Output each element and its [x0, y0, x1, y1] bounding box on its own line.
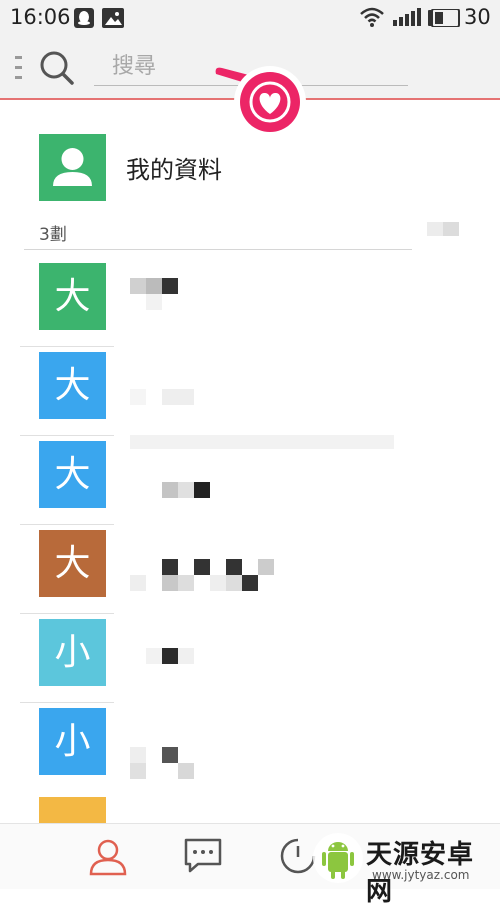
redacted-name [130, 545, 410, 591]
battery-icon [428, 8, 460, 31]
battery-level: 30 [464, 5, 491, 29]
redacted-name [130, 367, 410, 449]
redacted-name [130, 278, 410, 318]
menu-handle-icon[interactable] [15, 56, 23, 84]
search-icon[interactable] [39, 50, 75, 90]
qq-icon [74, 8, 94, 32]
my-profile-avatar [39, 134, 106, 201]
favorites-heart-badge[interactable] [208, 64, 312, 138]
site-watermark: 天源安卓网 www.jytyaz.com [312, 832, 498, 907]
contact-avatar: 小 [39, 708, 106, 775]
contact-row[interactable]: 大 [0, 436, 500, 525]
contact-avatar: 小 [39, 619, 106, 686]
contacts-tab-icon[interactable] [88, 838, 128, 880]
recent-calls-tab-icon[interactable] [280, 838, 316, 878]
contact-row[interactable] [0, 792, 500, 823]
contact-row[interactable]: 大 [0, 347, 500, 449]
contact-list[interactable]: 大 大 大 大 小 小 [0, 258, 500, 823]
redacted-name [130, 634, 410, 674]
contact-avatar: 大 [39, 441, 106, 508]
section-label: 3劃 [39, 225, 67, 245]
contact-row[interactable]: 大 [0, 525, 500, 614]
contact-avatar: 大 [39, 352, 106, 419]
signal-icon [393, 8, 421, 30]
watermark-url: www.jytyaz.com [372, 868, 470, 882]
image-icon [102, 8, 124, 32]
status-bar: 16:06 30 [0, 0, 500, 36]
wifi-icon [360, 7, 384, 31]
status-time: 16:06 [10, 5, 71, 29]
messages-tab-icon[interactable] [184, 838, 222, 878]
section-header: 3劃 [24, 218, 412, 250]
contact-row[interactable]: 小 [0, 703, 500, 792]
my-profile-row[interactable]: 我的資料 [0, 130, 500, 206]
android-logo-icon [313, 833, 363, 883]
contact-row[interactable]: 大 [0, 258, 500, 347]
contact-avatar: 大 [39, 530, 106, 597]
my-profile-label: 我的資料 [126, 156, 222, 184]
contact-avatar: 大 [39, 263, 106, 330]
redacted-block [443, 222, 459, 236]
contact-row[interactable]: 小 [0, 614, 500, 703]
redacted-block [427, 222, 443, 236]
redacted-name [130, 456, 410, 498]
contact-avatar [39, 797, 106, 823]
redacted-name [130, 723, 410, 779]
person-icon [53, 148, 92, 186]
